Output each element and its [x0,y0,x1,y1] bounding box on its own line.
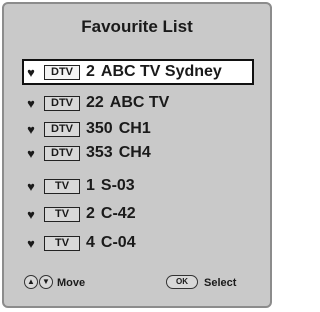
channel-name: ABC TV [109,94,170,111]
down-arrow-icon: ▼ [39,275,53,289]
panel-title: Favourite List [81,17,193,36]
favourite-list-panel: Favourite List ♥ DTV 2 ABC TV Sydney ♥ D… [2,2,272,308]
select-hint-label: Select [204,277,237,289]
heart-icon: ♥ [27,206,35,222]
heart-icon: ♥ [27,178,35,194]
heart-icon: ♥ [27,145,35,161]
key-hints: ▲ ▼ Move OK Select [4,274,270,292]
channel-name: S-03 [100,177,135,194]
channel-row[interactable]: ♥ TV 1 S-03 [24,173,250,199]
channel-number: 22 [86,94,104,111]
channel-row[interactable]: ♥ DTV 2 ABC TV Sydney [22,59,254,85]
move-hint-label: Move [57,277,86,289]
heart-icon: ♥ [27,235,35,251]
channel-type-badge: DTV [44,95,80,111]
channel-name: C-04 [100,234,136,251]
heart-icon: ♥ [27,64,35,80]
channel-type-badge: DTV [44,121,80,137]
ok-button-icon: OK [166,275,198,289]
heart-icon: ♥ [27,121,35,137]
up-arrow-icon: ▲ [24,275,38,289]
channel-row[interactable]: ♥ DTV 350 CH1 [24,116,250,142]
channel-row[interactable]: ♥ DTV 22 ABC TV [24,90,250,116]
channel-row[interactable]: ♥ DTV 353 CH4 [24,140,250,166]
channel-type-badge: DTV [44,64,80,80]
channel-number: 1 [86,177,95,194]
channel-row[interactable]: ♥ TV 4 C-04 [24,230,250,256]
channel-row[interactable]: ♥ TV 2 C-42 [24,201,250,227]
channel-number: 2 [86,63,95,80]
channel-number: 353 [86,144,113,161]
channel-name: CH4 [118,144,151,161]
channel-type-badge: TV [44,178,80,194]
channel-type-badge: DTV [44,145,80,161]
channel-type-badge: TV [44,206,80,222]
channel-name: C-42 [100,205,136,222]
channel-number: 350 [86,120,113,137]
heart-icon: ♥ [27,95,35,111]
channel-name: CH1 [118,120,151,137]
channel-number: 4 [86,234,95,251]
channel-name: ABC TV Sydney [100,63,222,80]
up-down-arrows-icon: ▲ ▼ [24,275,54,289]
channel-type-badge: TV [44,235,80,251]
channel-number: 2 [86,205,95,222]
